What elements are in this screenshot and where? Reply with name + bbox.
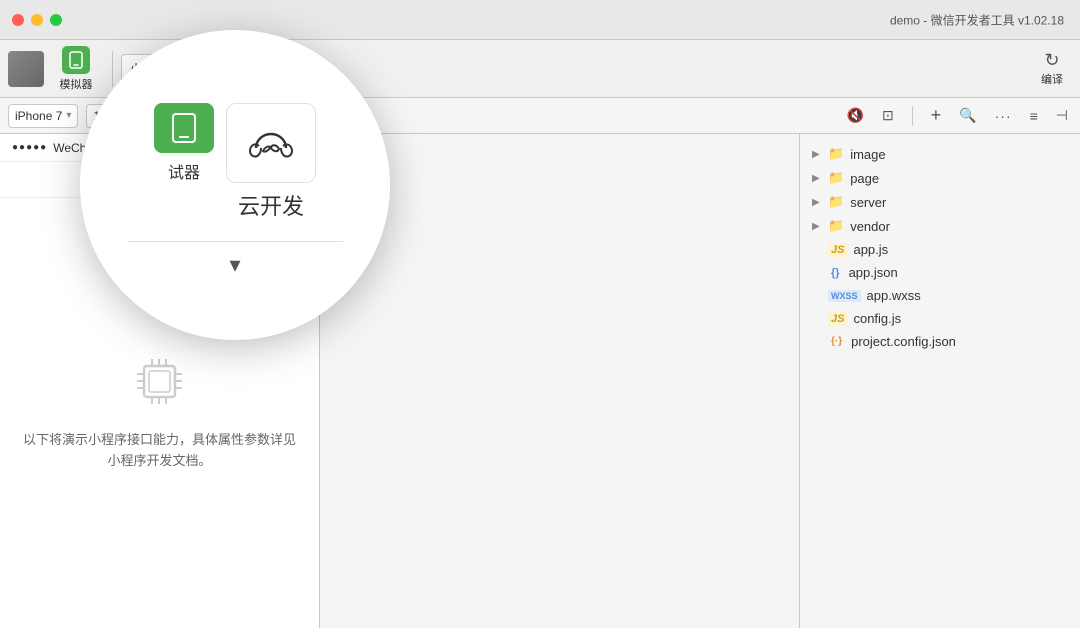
refresh-button[interactable]: ↻ 编译 xyxy=(1032,50,1072,87)
signal-dots: ●●●●● xyxy=(12,142,47,153)
file-tree-item-page[interactable]: ▶ 📁 page xyxy=(800,166,1080,190)
file-tree-item-appwxss[interactable]: ▶ WXSS app.wxss xyxy=(800,284,1080,307)
mag-down-arrow-icon: ▾ xyxy=(229,252,240,278)
wxss-badge: WXSS xyxy=(828,290,861,302)
folder-name: server xyxy=(850,195,886,210)
mag-simulator-icon xyxy=(154,103,214,153)
toolbar-right: ↻ 编译 xyxy=(1032,50,1072,87)
device-arrow-icon: ▾ xyxy=(66,110,71,121)
avatar[interactable] xyxy=(8,51,44,87)
device-name: iPhone 7 xyxy=(15,109,62,123)
json-badge: {} xyxy=(828,266,843,280)
simulator-label: 模拟器 xyxy=(60,76,93,92)
mag-divider xyxy=(127,241,343,242)
simulator-icon xyxy=(62,46,90,74)
back-icon[interactable]: ⊣ xyxy=(1052,105,1072,126)
simulator-button[interactable]: 模拟器 xyxy=(48,42,104,96)
folder-icon: 📁 xyxy=(828,170,844,186)
mag-simulator-button[interactable]: 试器 xyxy=(154,103,214,183)
file-tree-item-appjson[interactable]: ▶ {} app.json xyxy=(800,261,1080,284)
mag-bottom: ▾ xyxy=(229,252,240,298)
file-name: app.json xyxy=(849,265,898,280)
file-tree-item-configjs[interactable]: ▶ JS config.js xyxy=(800,307,1080,330)
chip-icon-area xyxy=(132,354,187,414)
js-badge-2: JS xyxy=(828,312,847,326)
device-select[interactable]: iPhone 7 ▾ xyxy=(8,104,78,128)
close-button[interactable] xyxy=(12,14,24,26)
file-tree-item-appjs[interactable]: ▶ JS app.js xyxy=(800,238,1080,261)
folder-name: vendor xyxy=(850,219,890,234)
minimize-button[interactable] xyxy=(31,14,43,26)
magnify-content: 试器 云开发 ▾ xyxy=(80,30,390,340)
file-tree-item-projectconfig[interactable]: ▶ {·} project.config.json xyxy=(800,330,1080,353)
file-name: config.js xyxy=(853,311,901,326)
add-icon[interactable]: + xyxy=(927,103,946,128)
mag-simulator-label: 试器 xyxy=(168,159,200,183)
window-title: demo - 微信开发者工具 v1.02.18 xyxy=(890,11,1064,28)
file-tree-item-vendor[interactable]: ▶ 📁 vendor xyxy=(800,214,1080,238)
folder-arrow-icon: ▶ xyxy=(812,221,822,232)
more-icon[interactable]: ··· xyxy=(991,106,1016,126)
editor-panel xyxy=(320,134,800,628)
refresh-label: 编译 xyxy=(1041,71,1063,87)
folder-name: image xyxy=(850,147,885,162)
search-icon[interactable]: 🔍 xyxy=(955,105,980,126)
volume-icon[interactable]: 🔇 xyxy=(843,105,868,126)
divider-2 xyxy=(912,106,913,126)
mag-cloud-button[interactable]: 云开发 xyxy=(226,103,316,221)
file-tree-item-server[interactable]: ▶ 📁 server xyxy=(800,190,1080,214)
magnify-top: 试器 云开发 xyxy=(100,73,370,231)
toolbar2-icons: 🔇 ⊡ + 🔍 ··· ≡ ⊣ xyxy=(843,103,1073,128)
folder-arrow-icon: ▶ xyxy=(812,149,822,160)
list-icon[interactable]: ≡ xyxy=(1026,106,1042,126)
file-name: project.config.json xyxy=(851,334,956,349)
window-controls xyxy=(12,14,62,26)
folder-arrow-icon: ▶ xyxy=(812,197,822,208)
refresh-icon: ↻ xyxy=(1044,50,1059,71)
maximize-button[interactable] xyxy=(50,14,62,26)
file-tree-panel: ▶ 📁 image ▶ 📁 page ▶ 📁 server ▶ 📁 vendor… xyxy=(800,134,1080,628)
file-name: app.js xyxy=(853,242,888,257)
file-name: app.wxss xyxy=(867,288,921,303)
folder-name: page xyxy=(850,171,879,186)
phone-description: 以下将演示小程序接口能力，具体属性参数详见 小程序开发文档。 xyxy=(23,430,296,472)
screen-icon[interactable]: ⊡ xyxy=(878,105,898,126)
divider-1 xyxy=(112,51,113,87)
js-badge: JS xyxy=(828,243,847,257)
config-badge: {·} xyxy=(828,335,845,348)
titlebar: demo - 微信开发者工具 v1.02.18 xyxy=(0,0,1080,40)
folder-icon: 📁 xyxy=(828,146,844,162)
magnify-overlay: 试器 云开发 ▾ xyxy=(80,30,390,340)
folder-icon: 📁 xyxy=(828,194,844,210)
folder-icon: 📁 xyxy=(828,218,844,234)
folder-arrow-icon: ▶ xyxy=(812,173,822,184)
mag-cloud-label: 云开发 xyxy=(238,189,304,221)
mag-cloud-icon xyxy=(226,103,316,183)
file-tree-item-image[interactable]: ▶ 📁 image xyxy=(800,142,1080,166)
